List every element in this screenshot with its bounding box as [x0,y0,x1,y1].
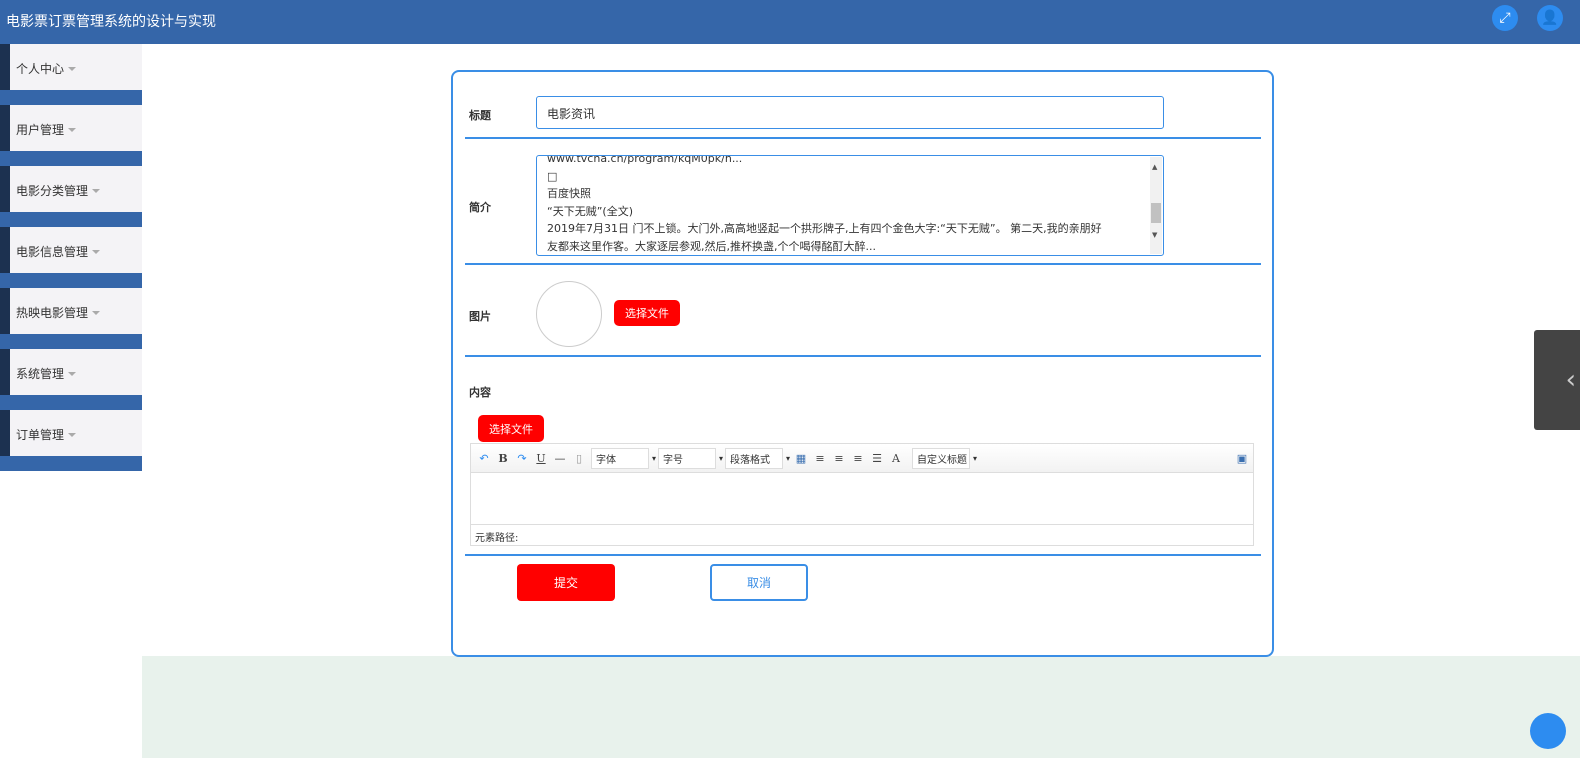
intro-line: 2019年7月31日 门不上锁。大门外,高高地竖起一个拱形牌子,上有四个金色大字… [547,222,1102,235]
font-select[interactable]: 字体 [591,447,656,469]
caret-down-icon [92,188,101,197]
image-preview [536,281,602,347]
bold-button[interactable]: B [496,452,510,465]
sidebar-item-orders[interactable]: 订单管理 [0,410,142,456]
floating-assistant-button[interactable] [1530,713,1566,749]
caret-down-icon [68,66,77,75]
intro-line: “天下无贼”(全文) [547,204,633,218]
custom-title-select[interactable]: 自定义标题 [912,447,977,469]
top-header: 电影票订票管理系统的设计与实现 ⤢ 👤 [0,0,1580,44]
sidebar-item-user-management[interactable]: 用户管理 [0,105,142,151]
news-form: 标题 电影资讯 简介 www.tvcha.cn/program/kqM0pk/h… [451,70,1274,657]
intro-label: 简介 [469,201,491,214]
divider [465,554,1261,556]
caret-down-icon [68,371,77,380]
horizontal-rule-icon[interactable]: — [553,452,567,465]
element-path: 元素路径: [471,524,1253,545]
title-label: 标题 [469,109,491,122]
fullscreen-editor-icon[interactable]: ▣ [1235,452,1249,465]
sidebar-item-label: 电影信息管理 [16,245,89,259]
underline-button[interactable]: U [534,452,548,465]
undo-icon[interactable]: ↶ [477,452,491,465]
page-icon[interactable]: ▯ [572,452,586,465]
intro-line: 友都来这里作客。大家逐层参观,然后,推杯换盏,个个喝得酩酊大醉... [547,239,876,253]
paragraph-select[interactable]: 段落格式 [725,447,790,469]
sidebar-item-label: 电影分类管理 [16,184,89,198]
sidebar-item-label: 个人中心 [16,62,65,76]
chevron-left-icon: ‹ [1565,365,1576,395]
submit-button[interactable]: 提交 [517,564,615,601]
sidebar-item-label: 订单管理 [16,428,65,442]
sidebar: 个人中心 用户管理 电影分类管理 电影信息管理 热映电影管理 系统管理 订单管理 [0,44,142,471]
fullscreen-icon[interactable]: ⤢ [1492,5,1518,31]
cancel-button[interactable]: 取消 [710,564,808,601]
textarea-scrollbar[interactable]: ▲ ▼ [1150,157,1162,254]
redo-icon[interactable]: ↷ [515,452,529,465]
image-label: 图片 [469,310,491,323]
choose-image-button[interactable]: 选择文件 [614,300,680,326]
caret-down-icon [68,127,77,136]
title-input[interactable]: 电影资讯 [536,96,1164,129]
sidebar-item-movie-info[interactable]: 电影信息管理 [0,227,142,273]
divider [465,355,1261,357]
intro-line: 百度快照 [547,187,591,200]
intro-line: www.tvcha.cn/program/kqM0pk/h... [547,155,743,165]
choose-content-file-button[interactable]: 选择文件 [478,415,544,442]
caret-down-icon [92,249,101,258]
justify-icon[interactable]: ☰ [870,452,884,465]
sidebar-item-label: 热映电影管理 [16,306,89,320]
content-label: 内容 [469,386,491,399]
font-color-button[interactable]: A [889,452,903,465]
sidebar-item-hot-movies[interactable]: 热映电影管理 [0,288,142,334]
align-right-icon[interactable]: ≡ [832,452,846,465]
editor-toolbar: ↶ B ↷ U — ▯ 字体 字号 段落格式 ▦ ≡ ≡ ≡ ☰ A 自定义标题… [471,444,1253,473]
divider [465,137,1261,139]
side-panel-toggle[interactable]: ‹ [1534,330,1580,430]
sidebar-item-label: 系统管理 [16,367,65,381]
font-size-select[interactable]: 字号 [658,447,723,469]
sidebar-item-system[interactable]: 系统管理 [0,349,142,395]
align-center-icon[interactable]: ≡ [851,452,865,465]
caret-down-icon [68,432,77,441]
divider [465,263,1261,265]
intro-textarea[interactable]: www.tvcha.cn/program/kqM0pk/h... □ 百度快照 … [536,155,1164,256]
intro-line: □ [547,169,558,183]
sidebar-item-movie-category[interactable]: 电影分类管理 [0,166,142,212]
user-icon[interactable]: 👤 [1537,5,1563,31]
app-title: 电影票订票管理系统的设计与实现 [6,14,216,30]
sidebar-item-personal-center[interactable]: 个人中心 [0,44,142,90]
sidebar-item-label: 用户管理 [16,123,65,137]
table-icon[interactable]: ▦ [794,452,808,465]
footer-area [142,656,1580,758]
rich-text-editor: ↶ B ↷ U — ▯ 字体 字号 段落格式 ▦ ≡ ≡ ≡ ☰ A 自定义标题… [470,443,1254,546]
align-left-icon[interactable]: ≡ [813,452,827,465]
caret-down-icon [92,310,101,319]
